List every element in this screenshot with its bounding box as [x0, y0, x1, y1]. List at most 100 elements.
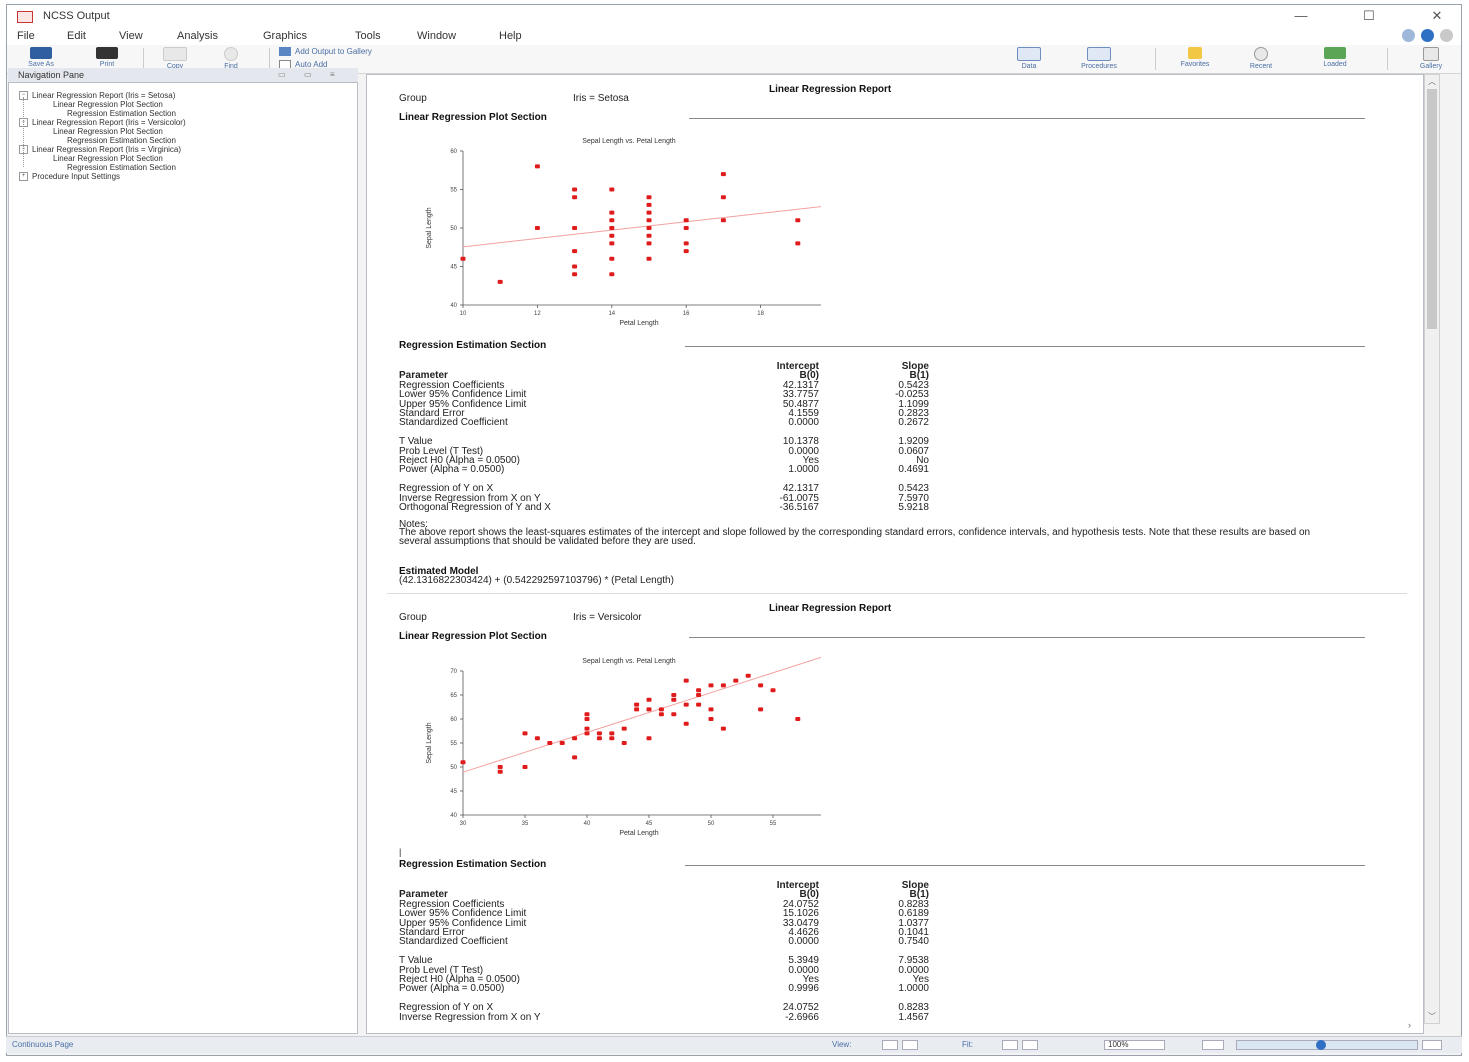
magnifier-icon [224, 47, 238, 61]
zoom-in-button[interactable] [1422, 1040, 1442, 1050]
nav-procedure-input-settings[interactable]: + Procedure Input Settings [19, 172, 120, 182]
print-button[interactable]: Print [85, 45, 129, 68]
scroll-up-icon[interactable]: ︿ [1428, 76, 1436, 87]
report-output-pane[interactable]: Linear Regression Report Group Iris = Se… [366, 74, 1424, 1034]
save-as-button[interactable]: Save As [19, 45, 63, 68]
data-point [572, 226, 578, 230]
x-tick-label: 16 [683, 311, 690, 317]
nav-report-setosa[interactable]: − Linear Regression Report (Iris = Setosa… [19, 91, 175, 101]
table-cell-slope: 0.4691 [898, 464, 929, 476]
scrollbar-thumb[interactable] [1427, 89, 1437, 329]
vertical-scrollbar[interactable]: ︿ ﹀ [1424, 74, 1440, 1024]
data-point [683, 678, 689, 683]
collapse-icon[interactable]: ▭ [278, 70, 286, 79]
notes-text: The above report shows the least-squares… [399, 527, 1311, 548]
nav-report-virginica[interactable]: − Linear Regression Report (Iris = Virgin… [19, 145, 181, 155]
data-point [758, 707, 764, 712]
view-double-button[interactable] [902, 1040, 918, 1050]
data-point [609, 233, 615, 238]
zoom-slider[interactable] [1236, 1040, 1418, 1050]
favorites-button[interactable]: Favorites [1173, 45, 1217, 68]
minimize-button[interactable]: — [1287, 8, 1315, 24]
expand-icon[interactable]: ▭ [304, 70, 312, 79]
regression-line [462, 206, 821, 248]
fit-width-button[interactable] [1002, 1040, 1018, 1050]
nav-report-versicolor[interactable]: − Linear Regression Report (Iris = Versic… [19, 118, 186, 128]
save-icon [30, 47, 52, 59]
chart-title: Sepal Length vs. Petal Length [582, 658, 676, 665]
menu-tools[interactable]: Tools [355, 30, 381, 42]
collapse-node-icon[interactable]: − [19, 145, 28, 155]
data-point [460, 256, 466, 261]
menu-analysis[interactable]: Analysis [177, 30, 218, 42]
data-point [671, 712, 677, 717]
zoom-out-button[interactable] [1202, 1040, 1224, 1050]
table-cell-intercept: 1.0000 [788, 464, 819, 476]
estimation-table-setosa: Intercept Slope Parameter B(0) B(1) Regressio… [399, 361, 939, 521]
table-cell-slope: 0.7540 [898, 936, 929, 948]
estimation-section-heading: Regression Estimation Section [399, 340, 547, 351]
data-point [609, 226, 615, 230]
printer-icon [96, 47, 118, 59]
procedures-icon [1087, 47, 1111, 61]
close-button[interactable]: ✕ [1423, 8, 1451, 24]
regression-line [462, 656, 821, 773]
menu-edit[interactable]: Edit [67, 30, 86, 42]
data-point [522, 765, 528, 769]
maximize-button[interactable]: ☐ [1355, 8, 1383, 24]
nav-estimation-section-setosa[interactable]: Regression Estimation Section [67, 109, 176, 118]
scroll-down-icon[interactable]: ﹀ [1428, 1011, 1436, 1022]
menu-file[interactable]: File [17, 30, 35, 42]
nav-plot-section-virginica[interactable]: Linear Regression Plot Section [53, 154, 163, 163]
find-button[interactable]: Find [209, 45, 253, 70]
data-point [696, 688, 702, 693]
data-point [658, 707, 664, 712]
y-tick-label: 50 [450, 765, 457, 771]
data-button[interactable]: Data [1007, 45, 1051, 70]
nav-estimation-section-virginica[interactable]: Regression Estimation Section [67, 163, 176, 172]
loaded-button[interactable]: Loaded [1313, 45, 1357, 68]
data-point [609, 272, 615, 277]
menu-window[interactable]: Window [417, 30, 456, 42]
scatter-plot-setosa: Sepal Length vs. Petal Length 40 45 50 55 60 1… [426, 138, 821, 327]
copy-icon [163, 47, 187, 61]
procedures-button[interactable]: Procedures [1077, 45, 1121, 70]
add-output-to-gallery-button[interactable]: Add Output to Gallery [279, 47, 372, 57]
y-tick-label: 45 [450, 789, 457, 795]
data-point [720, 172, 726, 177]
navigation-pane-title: Navigation Pane [18, 70, 85, 80]
data-point [572, 736, 578, 741]
data-point [658, 712, 664, 717]
nav-estimation-section-versicolor[interactable]: Regression Estimation Section [67, 136, 176, 145]
nav-plot-section-setosa[interactable]: Linear Regression Plot Section [53, 100, 163, 109]
menu-view[interactable]: View [119, 30, 143, 42]
zoom-select[interactable]: 100% [1104, 1040, 1165, 1050]
nav-plot-section-versicolor[interactable]: Linear Regression Plot Section [53, 127, 163, 136]
data-point [646, 233, 652, 238]
zoom-slider-handle[interactable] [1316, 1040, 1326, 1050]
group-value: Iris = Setosa [573, 93, 629, 104]
page-mode[interactable]: Continuous Page [12, 1040, 73, 1049]
expand-node-icon[interactable]: + [19, 172, 28, 182]
pin-icon[interactable]: ≡ [330, 70, 335, 79]
collapse-node-icon[interactable]: − [19, 118, 28, 128]
gallery-button[interactable]: Gallery [1409, 45, 1453, 70]
scroll-right-icon[interactable]: › [1408, 1020, 1411, 1030]
clock-icon [1254, 47, 1268, 61]
x-tick-label: 45 [646, 821, 653, 827]
copy-button[interactable]: Copy [153, 45, 197, 70]
data-point [708, 683, 714, 688]
collapse-node-icon[interactable]: − [19, 91, 28, 101]
menu-help[interactable]: Help [499, 30, 522, 42]
data-point [497, 279, 503, 284]
data-point [572, 249, 578, 254]
search-icon[interactable] [1402, 29, 1415, 42]
help-icon[interactable] [1421, 29, 1434, 42]
view-single-button[interactable] [882, 1040, 898, 1050]
menu-graphics[interactable]: Graphics [263, 30, 307, 42]
recent-button[interactable]: Recent [1239, 45, 1283, 70]
y-axis-label: Sepal Length [426, 207, 433, 248]
fit-page-button[interactable] [1022, 1040, 1038, 1050]
settings-icon[interactable] [1440, 29, 1453, 42]
y-tick-label: 60 [450, 149, 457, 155]
